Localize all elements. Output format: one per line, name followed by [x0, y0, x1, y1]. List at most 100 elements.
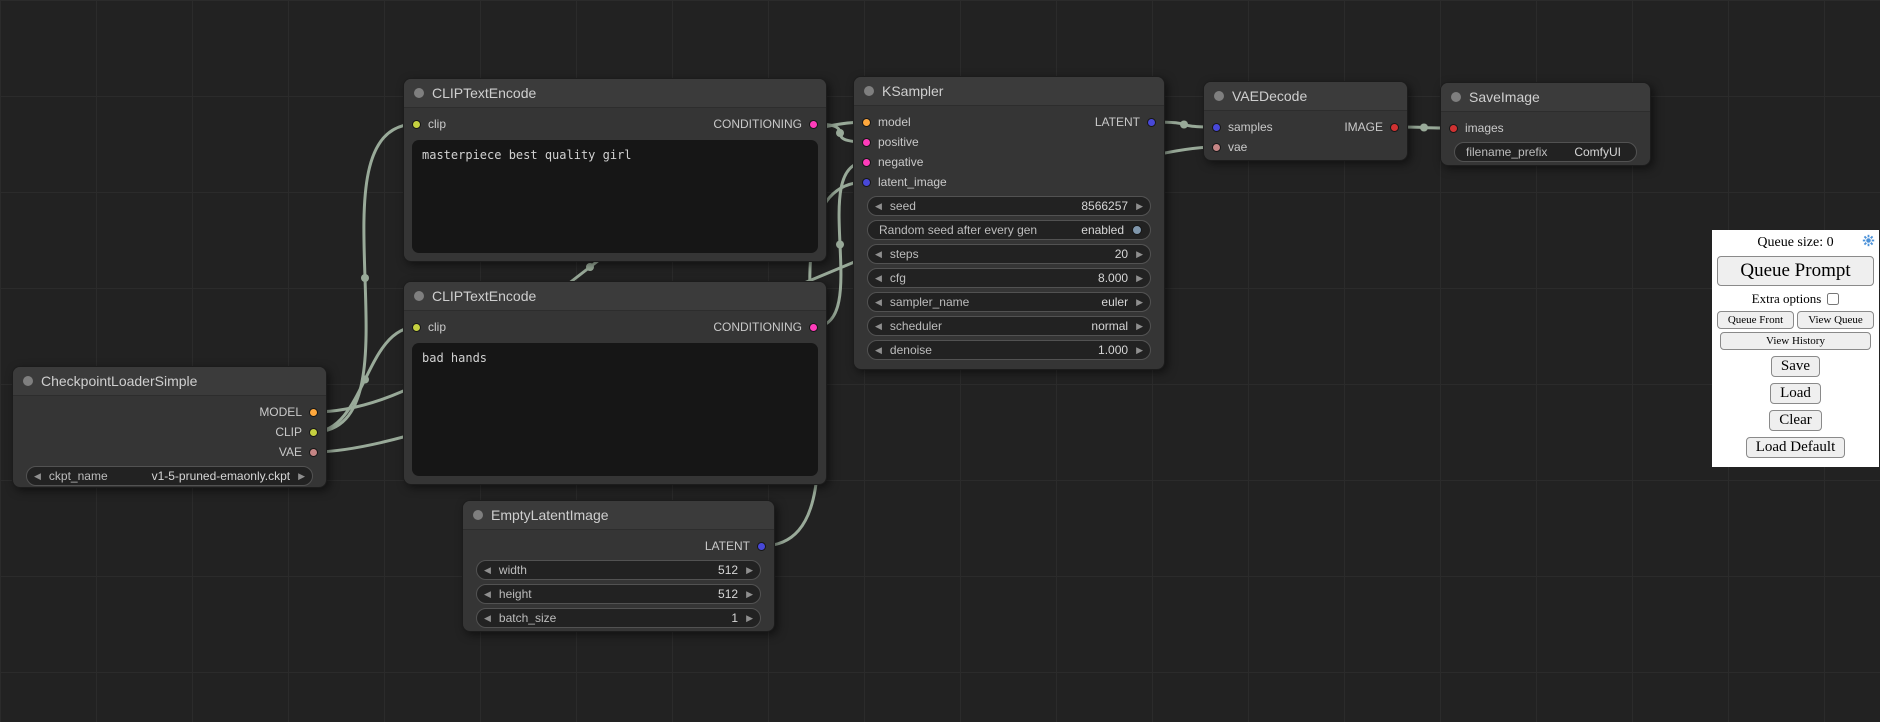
widget-scheduler[interactable]: ◀schedulernormal▶	[867, 316, 1151, 336]
link-midpoint-dot	[1180, 121, 1188, 129]
widget-label: Random seed after every gen	[879, 223, 1037, 237]
slot-row: CLIP	[13, 422, 326, 442]
toggle-indicator-icon[interactable]	[1132, 225, 1142, 235]
widget-batch_size[interactable]: ◀batch_size1▶	[476, 608, 761, 628]
prompt-textarea[interactable]	[412, 140, 818, 253]
decrement-arrow-icon[interactable]: ◀	[484, 590, 491, 599]
node-title-bar[interactable]: VAEDecode	[1204, 82, 1407, 111]
input-slot-dot[interactable]	[862, 118, 871, 127]
decrement-arrow-icon[interactable]: ◀	[34, 472, 41, 481]
view-history-button[interactable]: View History	[1720, 332, 1871, 350]
widget-sampler_name[interactable]: ◀sampler_nameeuler▶	[867, 292, 1151, 312]
input-slot-label: samples	[1228, 120, 1273, 134]
node-save-image[interactable]: SaveImageimagesfilename_prefixComfyUI	[1440, 82, 1651, 166]
decrement-arrow-icon[interactable]: ◀	[484, 614, 491, 623]
collapse-dot-icon[interactable]	[1214, 91, 1224, 101]
input-slot-label: clip	[428, 117, 446, 131]
slot-row: modelLATENT	[854, 112, 1164, 132]
output-slot-dot[interactable]	[309, 408, 318, 417]
widget-steps[interactable]: ◀steps20▶	[867, 244, 1151, 264]
input-slot-dot[interactable]	[412, 120, 421, 129]
widget-height[interactable]: ◀height512▶	[476, 584, 761, 604]
widget-denoise[interactable]: ◀denoise1.000▶	[867, 340, 1151, 360]
output-slot-dot[interactable]	[809, 120, 818, 129]
node-title-bar[interactable]: SaveImage	[1441, 83, 1650, 112]
view-queue-button[interactable]: View Queue	[1797, 311, 1874, 329]
decrement-arrow-icon[interactable]: ◀	[875, 274, 882, 283]
settings-gear-icon[interactable]	[1862, 234, 1875, 247]
load-button[interactable]: Load	[1770, 383, 1821, 404]
widget-width[interactable]: ◀width512▶	[476, 560, 761, 580]
decrement-arrow-icon[interactable]: ◀	[875, 322, 882, 331]
increment-arrow-icon[interactable]: ▶	[1136, 250, 1143, 259]
increment-arrow-icon[interactable]: ▶	[1136, 322, 1143, 331]
widget-filename_prefix[interactable]: filename_prefixComfyUI	[1454, 142, 1637, 162]
prompt-textarea[interactable]	[412, 343, 818, 476]
input-slot-dot[interactable]	[1449, 124, 1458, 133]
decrement-arrow-icon[interactable]: ◀	[875, 202, 882, 211]
node-clip-text-encode-positive[interactable]: CLIPTextEncodeclipCONDITIONING	[403, 78, 827, 262]
input-slot-clip: clip	[412, 114, 446, 134]
queue-front-button[interactable]: Queue Front	[1717, 311, 1794, 329]
increment-arrow-icon[interactable]: ▶	[1136, 202, 1143, 211]
node-title-bar[interactable]: CLIPTextEncode	[404, 282, 826, 311]
output-slot-dot[interactable]	[309, 428, 318, 437]
output-slot-dot[interactable]	[1390, 123, 1399, 132]
node-body: samplesIMAGEvae	[1204, 111, 1407, 160]
node-clip-text-encode-negative[interactable]: CLIPTextEncodeclipCONDITIONING	[403, 281, 827, 485]
node-title-bar[interactable]: KSampler	[854, 77, 1164, 106]
increment-arrow-icon[interactable]: ▶	[1136, 298, 1143, 307]
decrement-arrow-icon[interactable]: ◀	[875, 250, 882, 259]
node-title-bar[interactable]: CheckpointLoaderSimple	[13, 367, 326, 396]
node-body: modelLATENTpositivenegativelatent_image◀…	[854, 106, 1164, 369]
input-slot-dot[interactable]	[862, 158, 871, 167]
widget-value: 1.000	[1098, 343, 1128, 357]
output-slot-dot[interactable]	[1147, 118, 1156, 127]
collapse-dot-icon[interactable]	[414, 88, 424, 98]
node-ksampler[interactable]: KSamplermodelLATENTpositivenegativelaten…	[853, 76, 1165, 370]
widget-label: cfg	[890, 271, 906, 285]
increment-arrow-icon[interactable]: ▶	[1136, 346, 1143, 355]
decrement-arrow-icon[interactable]: ◀	[484, 566, 491, 575]
graph-canvas[interactable]: CheckpointLoaderSimpleMODELCLIPVAE◀ckpt_…	[0, 0, 1880, 722]
widget-seed[interactable]: ◀seed8566257▶	[867, 196, 1151, 216]
increment-arrow-icon[interactable]: ▶	[746, 590, 753, 599]
comfy-menu-panel: Queue size: 0 Queue Prompt Extra options	[1712, 230, 1879, 467]
increment-arrow-icon[interactable]: ▶	[298, 472, 305, 481]
output-slot-dot[interactable]	[809, 323, 818, 332]
increment-arrow-icon[interactable]: ▶	[1136, 274, 1143, 283]
decrement-arrow-icon[interactable]: ◀	[875, 298, 882, 307]
input-slot-dot[interactable]	[1212, 143, 1221, 152]
collapse-dot-icon[interactable]	[414, 291, 424, 301]
slot-row: LATENT	[463, 536, 774, 556]
collapse-dot-icon[interactable]	[864, 86, 874, 96]
extra-options-checkbox[interactable]	[1827, 293, 1839, 305]
widget-random-seed-after-every-gen[interactable]: Random seed after every genenabled	[867, 220, 1151, 240]
input-slot-dot[interactable]	[862, 178, 871, 187]
output-slot-VAE: VAE	[279, 442, 318, 462]
node-empty-latent-image[interactable]: EmptyLatentImage LATENT ◀width512▶ ◀height5…	[462, 500, 775, 632]
widget-cfg[interactable]: ◀cfg8.000▶	[867, 268, 1151, 288]
output-slot-dot[interactable]	[309, 448, 318, 457]
input-slot-dot[interactable]	[412, 323, 421, 332]
save-button[interactable]: Save	[1771, 356, 1820, 377]
increment-arrow-icon[interactable]: ▶	[746, 566, 753, 575]
collapse-dot-icon[interactable]	[1451, 92, 1461, 102]
output-slot-label: CLIP	[275, 425, 302, 439]
increment-arrow-icon[interactable]: ▶	[746, 614, 753, 623]
node-checkpoint-loader[interactable]: CheckpointLoaderSimpleMODELCLIPVAE◀ckpt_…	[12, 366, 327, 488]
decrement-arrow-icon[interactable]: ◀	[875, 346, 882, 355]
node-vae-decode[interactable]: VAEDecodesamplesIMAGEvae	[1203, 81, 1408, 161]
output-slot-dot[interactable]	[757, 542, 766, 551]
collapse-dot-icon[interactable]	[473, 510, 483, 520]
node-title-bar[interactable]: EmptyLatentImage	[463, 501, 774, 530]
widget-ckpt_name[interactable]: ◀ckpt_namev1-5-pruned-emaonly.ckpt▶	[26, 466, 313, 486]
input-slot-dot[interactable]	[1212, 123, 1221, 132]
load-default-button[interactable]: Load Default	[1746, 437, 1846, 458]
queue-prompt-button[interactable]: Queue Prompt	[1717, 256, 1874, 286]
output-slot-CONDITIONING: CONDITIONING	[713, 317, 818, 337]
input-slot-dot[interactable]	[862, 138, 871, 147]
collapse-dot-icon[interactable]	[23, 376, 33, 386]
node-title-bar[interactable]: CLIPTextEncode	[404, 79, 826, 108]
clear-button[interactable]: Clear	[1769, 410, 1821, 431]
